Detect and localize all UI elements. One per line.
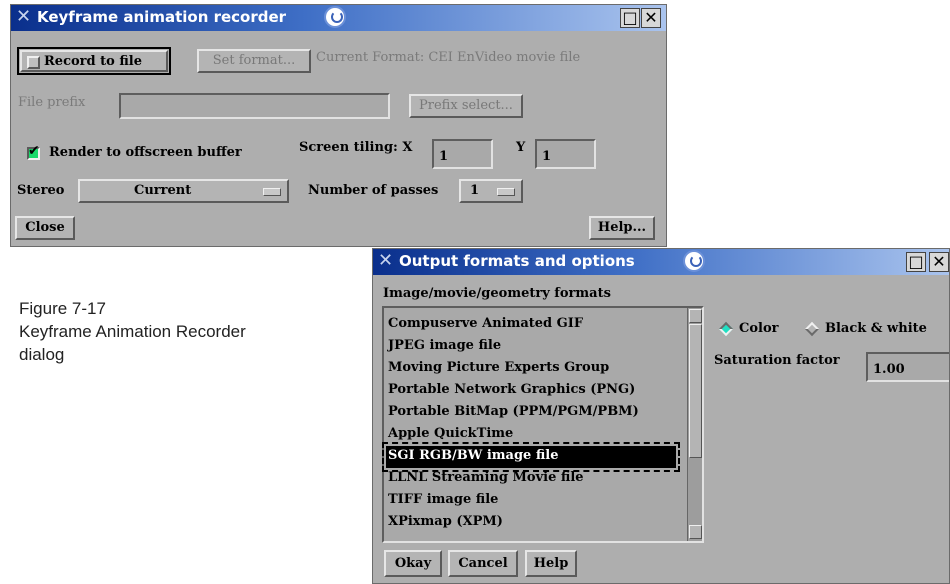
close-icon[interactable]: ✕: [929, 252, 949, 272]
formats-listbox[interactable]: Compuserve Animated GIF JPEG image file …: [382, 306, 704, 543]
list-item[interactable]: TIFF image file: [386, 490, 676, 512]
passes-option-menu[interactable]: 1: [459, 179, 523, 203]
tiling-y-label: Y: [516, 140, 526, 155]
list-item[interactable]: Moving Picture Experts Group: [386, 358, 676, 380]
render-offscreen-label[interactable]: Render to offscreen buffer: [49, 145, 242, 160]
help-button[interactable]: Help...: [589, 216, 655, 240]
record-to-file-button[interactable]: Record to file: [20, 50, 168, 72]
swirl-icon: [324, 6, 346, 28]
scroll-thumb[interactable]: [689, 324, 702, 458]
cancel-button[interactable]: Cancel: [448, 550, 518, 577]
list-item[interactable]: JPEG image file: [386, 336, 676, 358]
current-format-label: Current Format: CEI EnVideo movie file: [316, 50, 581, 65]
tiling-y-input[interactable]: 1: [535, 139, 596, 169]
saturation-factor-input[interactable]: 1.00: [866, 352, 949, 382]
okay-button[interactable]: Okay: [384, 550, 442, 577]
list-item[interactable]: Portable Network Graphics (PNG): [386, 380, 676, 402]
swirl-icon: [683, 250, 705, 272]
figure-number: Figure 7-17: [19, 299, 106, 318]
output-formats-window: ✕ Output formats and options □ ✕ Image/m…: [372, 248, 950, 584]
x-window-icon: ✕: [378, 250, 394, 271]
figure-title-line: Keyframe Animation Recorder: [19, 322, 246, 341]
file-prefix-input[interactable]: [119, 93, 390, 119]
formats-title: Output formats and options: [399, 252, 635, 270]
maximize-icon[interactable]: □: [620, 8, 640, 28]
recorder-title: Keyframe animation recorder: [37, 8, 287, 26]
help-button[interactable]: Help: [525, 550, 577, 577]
screen-tiling-label: Screen tiling: X: [299, 140, 413, 155]
color-option-label[interactable]: Color: [739, 321, 778, 336]
prefix-select-button[interactable]: Prefix select...: [409, 94, 523, 118]
close-icon[interactable]: ✕: [641, 8, 661, 28]
close-button[interactable]: Close: [15, 216, 75, 240]
diamond-icon: [718, 321, 734, 337]
color-radio[interactable]: [718, 321, 734, 337]
list-item[interactable]: XPixmap (XPM): [386, 512, 676, 534]
passes-value: 1: [470, 183, 480, 198]
record-checkbox-indicator: [27, 56, 40, 69]
list-item[interactable]: Compuserve Animated GIF: [386, 314, 676, 336]
record-to-file-label: Record to file: [44, 54, 142, 69]
scroll-down-arrow-icon[interactable]: [689, 525, 702, 539]
stereo-option-menu[interactable]: Current: [78, 179, 289, 203]
formats-list-label: Image/movie/geometry formats: [383, 286, 611, 301]
black-white-radio[interactable]: [804, 321, 820, 337]
maximize-icon[interactable]: □: [906, 252, 926, 272]
vertical-scrollbar[interactable]: [687, 308, 702, 541]
option-menu-indicator-icon: [497, 188, 515, 196]
saturation-factor-label: Saturation factor: [714, 353, 840, 368]
x-window-icon: ✕: [16, 6, 32, 27]
figure-title-line: dialog: [19, 345, 65, 364]
keyframe-recorder-window: ✕ Keyframe animation recorder □ ✕ Record…: [10, 4, 667, 247]
black-white-option-label[interactable]: Black & white: [825, 321, 927, 336]
list-item[interactable]: LLNL Streaming Movie file: [386, 468, 676, 490]
offscreen-checkbox[interactable]: ✔: [27, 143, 40, 160]
record-to-file-toggle[interactable]: Record to file: [17, 47, 171, 75]
list-item[interactable]: Apple QuickTime: [386, 424, 676, 446]
scroll-up-arrow-icon[interactable]: [689, 309, 702, 323]
stereo-value: Current: [134, 183, 192, 198]
list-item-selected[interactable]: SGI RGB/BW image file: [382, 442, 680, 472]
stereo-label: Stereo: [17, 183, 65, 198]
option-menu-indicator-icon: [263, 188, 281, 196]
file-prefix-label: File prefix: [18, 95, 86, 110]
tiling-x-input[interactable]: 1: [432, 139, 493, 169]
formats-titlebar[interactable]: ✕ Output formats and options □ ✕: [373, 249, 949, 275]
check-mark-icon: ✔: [28, 143, 40, 159]
recorder-titlebar[interactable]: ✕ Keyframe animation recorder □ ✕: [11, 5, 666, 31]
number-of-passes-label: Number of passes: [308, 183, 439, 198]
list-item[interactable]: Portable BitMap (PPM/PGM/PBM): [386, 402, 676, 424]
diamond-icon: [804, 321, 820, 337]
set-format-button[interactable]: Set format...: [197, 49, 311, 73]
